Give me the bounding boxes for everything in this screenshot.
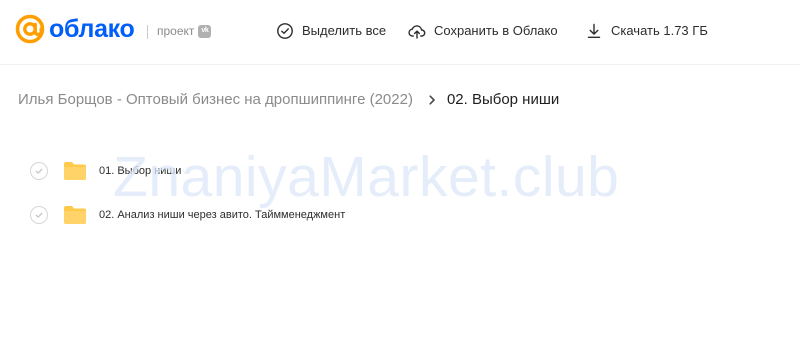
breadcrumb-current: 02. Выбор ниши [446,91,560,108]
check-circle-icon [276,22,294,40]
at-sign-logo-icon [15,14,45,44]
breadcrumb-parent-link[interactable]: Илья Борщов - Оптовый бизнес на дропшипп… [18,89,413,111]
list-item[interactable]: 01. Выбор ниши [30,149,770,193]
select-checkbox[interactable] [30,162,48,180]
check-icon [35,168,43,174]
download-label: Скачать 1.73 ГБ [611,23,708,38]
vk-icon: vk [198,24,212,38]
file-name: 02. Анализ ниши через авито. Тайм­менедж… [99,209,346,221]
folder-icon [63,205,87,225]
select-checkbox[interactable] [30,206,48,224]
save-to-cloud-button[interactable]: Сохранить в Облако [408,22,558,40]
breadcrumb: Илья Борщов - Оптовый бизнес на дропшипп… [18,89,559,111]
top-bar: облако проект vk Выделить все Сохранить … [0,0,800,64]
project-label: проект vk [157,23,212,39]
main-content: Илья Борщов - Оптовый бизнес на дропшипп… [0,64,800,354]
file-list: 01. Выбор ниши 02. Анализ ниши через ави… [30,149,770,237]
chevron-right-icon [426,94,438,106]
download-icon [585,22,603,40]
download-button[interactable]: Скачать 1.73 ГБ [585,22,708,40]
check-icon [35,212,43,218]
logo-divider [147,25,148,39]
select-all-label: Выделить все [302,23,387,38]
folder-icon [63,161,87,181]
cloud-upload-icon [408,22,426,40]
file-name: 01. Выбор ниши [99,165,182,177]
save-to-cloud-label: Сохранить в Облако [434,23,558,38]
select-all-button[interactable]: Выделить все [276,22,386,40]
logo-text: облако [49,15,135,43]
project-label-text: проект [157,24,195,38]
list-item[interactable]: 02. Анализ ниши через авито. Тайм­менедж… [30,193,770,237]
cloud-logo[interactable]: облако [15,14,135,44]
